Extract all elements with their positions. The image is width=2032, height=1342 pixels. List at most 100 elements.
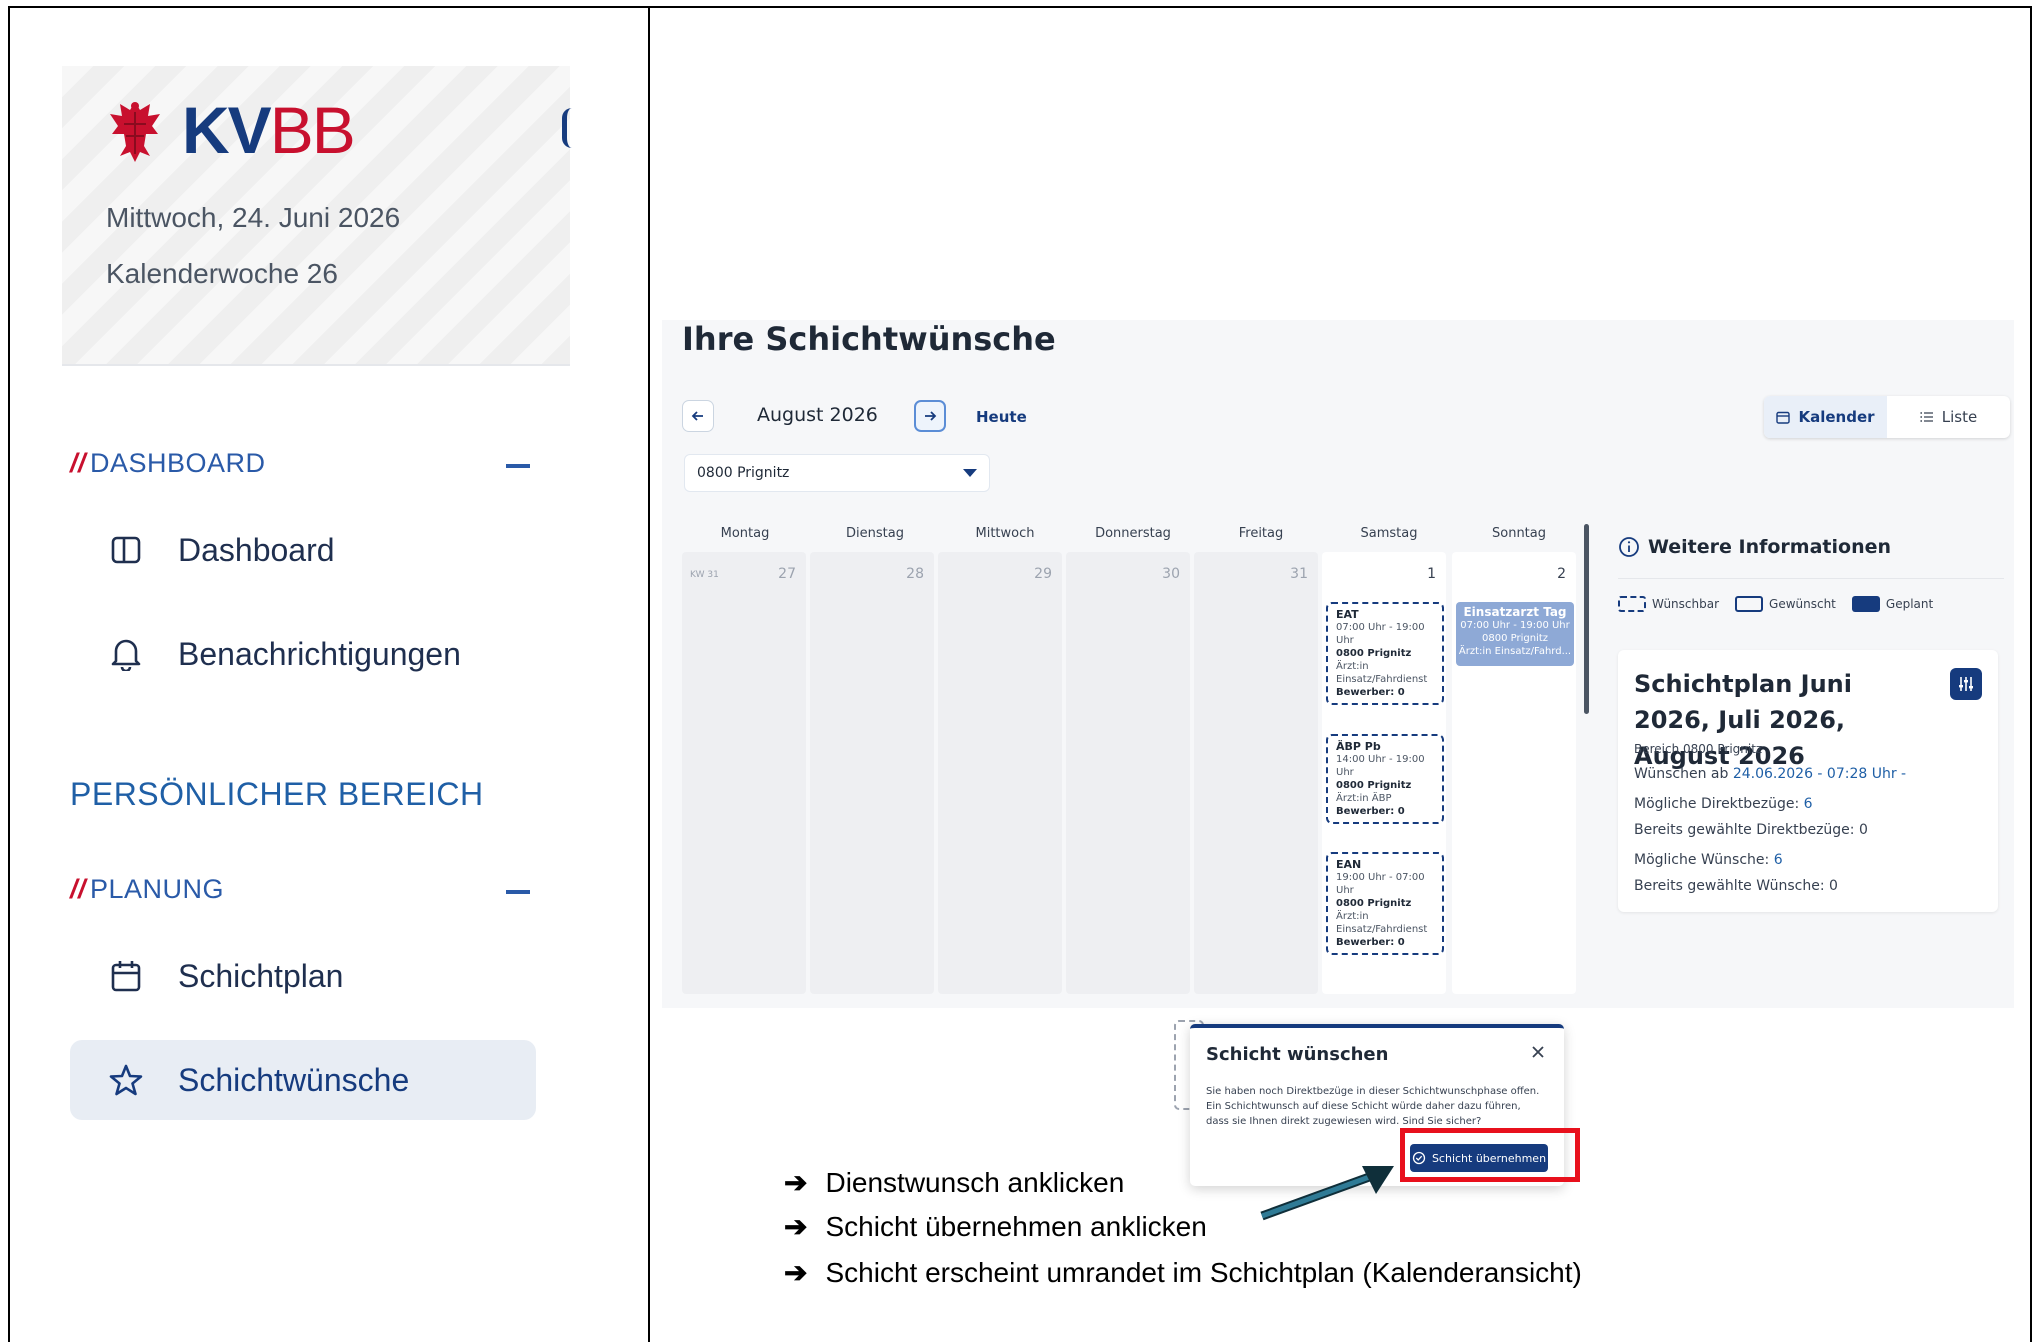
sidebar-item-notifications[interactable]: Benachrichtigungen (70, 614, 536, 694)
day-cell-saturday[interactable]: 1 EAT 07:00 Uhr - 19:00 Uhr 0800 Prignit… (1322, 552, 1446, 994)
day-number: 1 (1427, 566, 1436, 582)
info-icon (1619, 537, 1639, 557)
bell-icon (108, 636, 144, 672)
kvbb-logo[interactable]: KVBB (106, 94, 366, 166)
direct-possible-label: Mögliche Direktbezüge: (1634, 796, 1800, 812)
day-number: 31 (1290, 566, 1308, 582)
day-cell[interactable]: KW 31 27 (682, 552, 806, 994)
sliders-icon (1959, 677, 1973, 691)
region-select[interactable]: 0800 Prignitz (684, 454, 990, 492)
section-dashboard-label: DASHBOARD (90, 448, 266, 478)
day-cell[interactable]: 28 (810, 552, 934, 994)
legend-swatch-dashed (1618, 596, 1646, 612)
star-icon (108, 1062, 144, 1098)
legend-item: Wünschbar (1618, 596, 1719, 612)
arrow-right-icon: ➔ (784, 1211, 808, 1242)
chevron-down-icon (963, 469, 977, 477)
shift-card-wishable[interactable]: ÄBP Pb 14:00 Uhr - 19:00 Uhr 0800 Prigni… (1326, 734, 1444, 824)
shift-card-planned[interactable]: Einsatzarzt Tag 07:00 Uhr - 19:00 Uhr 08… (1456, 602, 1574, 666)
info-panel-title: Weitere Informationen (1618, 536, 1891, 558)
direct-chosen-value: 0 (1858, 822, 1868, 838)
shift-applicants: Bewerber: 0 (1336, 687, 1405, 698)
sidebar-item-schichtplan[interactable]: Schichtplan (70, 936, 536, 1016)
info-divider (1618, 578, 2004, 579)
weekday-header: Samstag (1360, 526, 1418, 541)
wishes-chosen-value: 0 (1828, 878, 1838, 894)
view-toggle: Kalender Liste (1764, 396, 2010, 438)
day-number: 28 (906, 566, 924, 582)
legend-swatch-filled (1851, 596, 1880, 612)
calendar-scrollbar[interactable] (1584, 524, 1589, 714)
pointer-arrow-icon (1260, 1166, 1394, 1221)
direct-chosen-label: Bereits gewählte Direktbezüge: (1634, 822, 1855, 838)
sidebar-item-schichtwuensche[interactable]: Schichtwünsche (70, 1040, 536, 1120)
section-dashboard-header[interactable]: //DASHBOARD (70, 448, 266, 479)
shift-area: 0800 Prignitz (1481, 633, 1548, 644)
section-planung-label: PLANUNG (90, 874, 225, 904)
view-list-label: Liste (1941, 408, 1978, 426)
highlight-frame (1400, 1128, 1580, 1182)
shift-time: 07:00 Uhr - 19:00 Uhr (1336, 622, 1425, 646)
day-cell[interactable]: 29 (938, 552, 1062, 994)
sidebar-item-label: Dashboard (178, 531, 335, 568)
header-date: Mittwoch, 24. Juni 2026 (106, 202, 401, 233)
instruction-item: ➔ Schicht übernehmen anklicken (784, 1210, 1207, 1243)
shift-card-wishable[interactable]: EAT 07:00 Uhr - 19:00 Uhr 0800 Prignitz … (1326, 602, 1444, 705)
instruction-text: Dienstwunsch anklicken (825, 1166, 1125, 1198)
shift-area: 0800 Prignitz (1336, 648, 1412, 659)
dialog-message: Sie haben noch Direktbezüge in dieser Sc… (1206, 1086, 1540, 1127)
collapse-planung-icon[interactable] (506, 890, 530, 894)
sidebar-item-dashboard[interactable]: Dashboard (70, 510, 536, 590)
arrow-left-icon (691, 411, 703, 421)
shift-card-wishable[interactable]: EAN 19:00 Uhr - 07:00 Uhr 0800 Prignitz … (1326, 852, 1444, 955)
section-planung-header[interactable]: //PLANUNG (70, 874, 224, 905)
weekday-header: Montag (720, 526, 770, 541)
page-title: Ihre Schichtwünsche (682, 320, 1056, 358)
view-list-button[interactable]: Liste (1887, 396, 2010, 438)
wish-start-label: Wünschen ab (1634, 766, 1729, 782)
schichtwuensche-screen: Ihre Schichtwünsche August 2026 Heute Ka… (662, 320, 2014, 1008)
legend-label: Wünschbar (1652, 597, 1720, 611)
shift-applicants: Bewerber: 0 (1336, 806, 1405, 817)
header-week: Kalenderwoche 26 (106, 258, 338, 289)
shift-area: 0800 Prignitz (1336, 898, 1412, 909)
legend-swatch-outline (1735, 596, 1764, 612)
sidebar-item-label: Schichtplan (178, 957, 344, 994)
view-calendar-label: Kalender (1798, 408, 1875, 426)
prev-month-button[interactable] (682, 400, 714, 432)
next-month-button[interactable] (914, 400, 946, 432)
filter-button[interactable] (1950, 668, 1982, 700)
logo-bb: BB (269, 93, 356, 167)
day-number: 29 (1034, 566, 1052, 582)
wish-start-value: 24.06.2026 - 07:28 Uhr - (1732, 766, 1907, 782)
instruction-text: Schicht erscheint umrandet im Schichtpla… (825, 1256, 1582, 1288)
collapse-dashboard-icon[interactable] (506, 464, 530, 468)
sidebar-item-label: Schichtwünsche (178, 1061, 410, 1098)
legend: Wünschbar Gewünscht Geplant (1618, 596, 1941, 612)
wish-start-row: Wünschen ab 24.06.2026 - 07:28 Uhr - (1634, 766, 1906, 782)
wishes-possible-row: Mögliche Wünsche: 6 (1634, 852, 1783, 868)
view-calendar-button[interactable]: Kalender (1764, 396, 1887, 438)
shift-title: EAT (1336, 608, 1359, 621)
sidebar-item-label: Benachrichtigungen (178, 635, 461, 672)
instruction-item: ➔ Dienstwunsch anklicken (784, 1166, 1124, 1199)
section-slash: // (70, 448, 87, 478)
schedule-title: Schichtplan Juni 2026, Juli 2026, August… (1634, 670, 1852, 770)
schedule-info-card: Schichtplan Juni 2026, Juli 2026, August… (1618, 650, 1998, 912)
shift-role: Ärzt:in Einsatz/Fahrdienst (1336, 911, 1428, 935)
today-link[interactable]: Heute (976, 408, 1027, 426)
day-cell[interactable]: 31 (1194, 552, 1318, 994)
weekday-header: Sonntag (1492, 526, 1546, 541)
info-title-text: Weitere Informationen (1648, 536, 1892, 558)
shift-title: Einsatzarzt Tag (1463, 605, 1567, 619)
wishes-chosen-label: Bereits gewählte Wünsche: (1634, 878, 1825, 894)
close-icon (1532, 1046, 1544, 1058)
weekday-header: Freitag (1238, 526, 1284, 541)
shift-role: Ärzt:in ÄBP (1336, 793, 1392, 804)
weekday-header: Mittwoch (975, 526, 1035, 541)
day-cell-sunday[interactable]: 2 Einsatzarzt Tag 07:00 Uhr - 19:00 Uhr … (1452, 552, 1576, 994)
legend-label: Geplant (1885, 597, 1934, 611)
day-cell[interactable]: 30 (1066, 552, 1190, 994)
day-number: 2 (1557, 566, 1566, 582)
close-button[interactable] (1526, 1040, 1550, 1064)
